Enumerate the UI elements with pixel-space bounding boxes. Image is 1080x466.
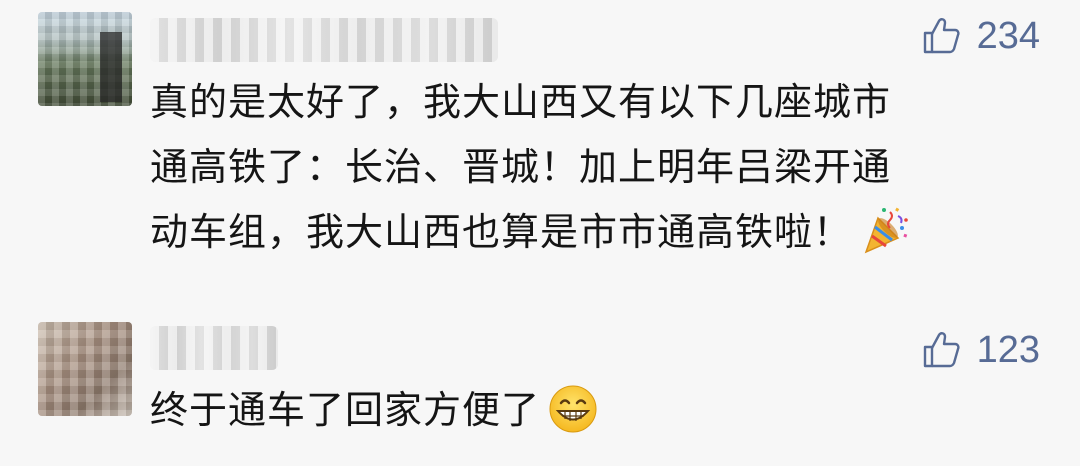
like-count: 123 bbox=[976, 329, 1040, 371]
comment-text-line: 终于通车了回家方便了 bbox=[150, 378, 1030, 443]
like-button[interactable]: 234 bbox=[921, 14, 1040, 58]
thumbs-up-icon bbox=[923, 18, 960, 54]
like-button[interactable]: 123 bbox=[921, 328, 1040, 372]
party-popper-icon bbox=[864, 207, 908, 253]
thumbs-up-icon bbox=[923, 332, 960, 368]
comment-text-line: 真的是太好了，我大山西又有以下几座城市 bbox=[150, 80, 892, 124]
username-blurred[interactable] bbox=[150, 18, 498, 62]
comment-text: 终于通车了回家方便了 bbox=[150, 378, 1030, 443]
avatar[interactable] bbox=[38, 322, 132, 416]
comment-text-line: 通高铁了：长治、晋城！加上明年吕梁开通 bbox=[150, 145, 892, 189]
comment-text-line-last: 动车组，我大山西也算是市市通高铁啦！ bbox=[150, 200, 1030, 265]
grinning-face-icon bbox=[549, 385, 597, 432]
avatar[interactable] bbox=[38, 12, 132, 106]
username-blurred[interactable] bbox=[150, 326, 278, 370]
comment-item: 123 终于通车了回家方便了 bbox=[0, 310, 1080, 466]
comment-text-segment: 终于通车了回家方便了 bbox=[150, 388, 541, 432]
comment-item: 234 真的是太好了，我大山西又有以下几座城市 通高铁了：长治、晋城！加上明年吕… bbox=[0, 0, 1080, 290]
comment-text: 真的是太好了，我大山西又有以下几座城市 通高铁了：长治、晋城！加上明年吕梁开通 … bbox=[150, 70, 1030, 265]
like-count: 234 bbox=[976, 15, 1040, 57]
comment-text-segment: 动车组，我大山西也算是市市通高铁啦！ bbox=[150, 210, 853, 254]
